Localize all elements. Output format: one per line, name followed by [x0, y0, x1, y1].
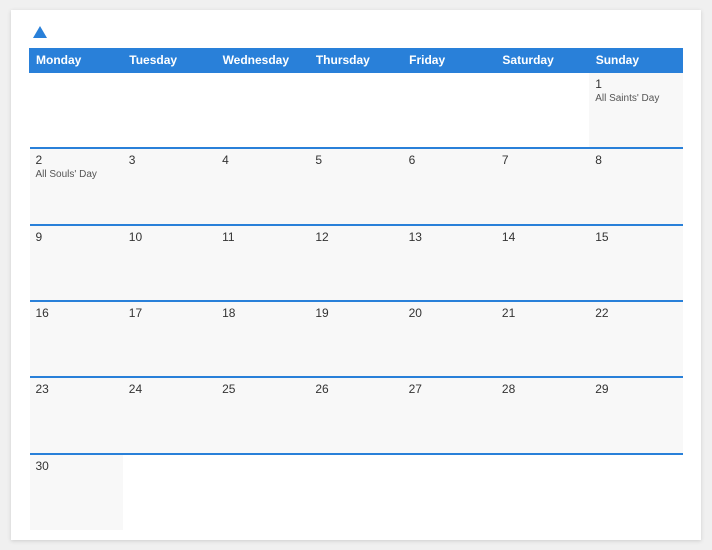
day-number: 5	[315, 153, 396, 167]
day-number: 25	[222, 382, 303, 396]
day-number: 21	[502, 306, 583, 320]
calendar-header	[29, 26, 683, 38]
day-number: 4	[222, 153, 303, 167]
calendar-cell: 11	[216, 225, 309, 301]
calendar-week-row: 23 24 25 26 27 28 29	[30, 377, 683, 453]
calendar-cell: 16	[30, 301, 123, 377]
calendar-cell: 26	[309, 377, 402, 453]
calendar-cell	[309, 454, 402, 530]
calendar-cell	[589, 454, 682, 530]
day-number: 19	[315, 306, 396, 320]
day-number: 12	[315, 230, 396, 244]
weekday-header-thursday: Thursday	[309, 49, 402, 73]
calendar-cell	[496, 454, 589, 530]
day-number: 3	[129, 153, 210, 167]
calendar-container: MondayTuesdayWednesdayThursdayFridaySatu…	[11, 10, 701, 540]
day-number: 22	[595, 306, 676, 320]
calendar-cell	[216, 72, 309, 148]
day-number: 7	[502, 153, 583, 167]
calendar-cell	[403, 72, 496, 148]
calendar-cell: 24	[123, 377, 216, 453]
weekday-header-sunday: Sunday	[589, 49, 682, 73]
calendar-week-row: 30	[30, 454, 683, 530]
calendar-cell: 3	[123, 148, 216, 224]
calendar-cell: 18	[216, 301, 309, 377]
day-number: 9	[36, 230, 117, 244]
calendar-cell: 9	[30, 225, 123, 301]
holiday-label: All Saints' Day	[595, 93, 676, 104]
calendar-week-row: 2 All Souls' Day 345678	[30, 148, 683, 224]
day-number: 8	[595, 153, 676, 167]
day-number: 13	[409, 230, 490, 244]
weekday-header-saturday: Saturday	[496, 49, 589, 73]
calendar-cell: 19	[309, 301, 402, 377]
weekday-header-monday: Monday	[30, 49, 123, 73]
day-number: 30	[36, 459, 117, 473]
day-number: 2	[36, 153, 117, 167]
calendar-week-row: 16 17 18 19 20 21 22	[30, 301, 683, 377]
calendar-cell: 5	[309, 148, 402, 224]
calendar-cell	[216, 454, 309, 530]
calendar-cell: 1 All Saints' Day	[589, 72, 682, 148]
calendar-cell	[30, 72, 123, 148]
day-number: 11	[222, 230, 303, 244]
logo-triangle-icon	[33, 26, 47, 38]
calendar-cell: 21	[496, 301, 589, 377]
calendar-table: MondayTuesdayWednesdayThursdayFridaySatu…	[29, 48, 683, 530]
calendar-week-row: 9 10 11 12 13 14 15	[30, 225, 683, 301]
calendar-cell: 23	[30, 377, 123, 453]
weekday-header-tuesday: Tuesday	[123, 49, 216, 73]
calendar-cell: 22	[589, 301, 682, 377]
holiday-label: All Souls' Day	[36, 169, 117, 180]
day-number: 17	[129, 306, 210, 320]
calendar-cell: 10	[123, 225, 216, 301]
calendar-cell: 12	[309, 225, 402, 301]
logo	[29, 26, 47, 38]
calendar-cell: 28	[496, 377, 589, 453]
calendar-cell: 15	[589, 225, 682, 301]
calendar-cell: 29	[589, 377, 682, 453]
day-number: 6	[409, 153, 490, 167]
calendar-cell: 8	[589, 148, 682, 224]
calendar-week-row: 1 All Saints' Day	[30, 72, 683, 148]
calendar-cell	[496, 72, 589, 148]
day-number: 29	[595, 382, 676, 396]
calendar-cell: 6	[403, 148, 496, 224]
calendar-header-row: MondayTuesdayWednesdayThursdayFridaySatu…	[30, 49, 683, 73]
weekday-header-friday: Friday	[403, 49, 496, 73]
day-number: 24	[129, 382, 210, 396]
day-number: 28	[502, 382, 583, 396]
calendar-cell	[309, 72, 402, 148]
calendar-cell: 4	[216, 148, 309, 224]
day-number: 27	[409, 382, 490, 396]
calendar-cell	[123, 72, 216, 148]
day-number: 20	[409, 306, 490, 320]
day-number: 10	[129, 230, 210, 244]
calendar-cell: 25	[216, 377, 309, 453]
day-number: 23	[36, 382, 117, 396]
day-number: 1	[595, 77, 676, 91]
weekday-header-wednesday: Wednesday	[216, 49, 309, 73]
calendar-cell	[403, 454, 496, 530]
calendar-body: 1 All Saints' Day 2 All Souls' Day 345678 9 10…	[30, 72, 683, 530]
day-number: 18	[222, 306, 303, 320]
calendar-cell: 13	[403, 225, 496, 301]
calendar-cell: 20	[403, 301, 496, 377]
calendar-cell: 14	[496, 225, 589, 301]
calendar-cell: 17	[123, 301, 216, 377]
calendar-cell: 2 All Souls' Day	[30, 148, 123, 224]
day-number: 26	[315, 382, 396, 396]
day-number: 14	[502, 230, 583, 244]
calendar-cell: 27	[403, 377, 496, 453]
calendar-cell: 30	[30, 454, 123, 530]
day-number: 16	[36, 306, 117, 320]
calendar-cell: 7	[496, 148, 589, 224]
calendar-cell	[123, 454, 216, 530]
day-number: 15	[595, 230, 676, 244]
weekday-header-row: MondayTuesdayWednesdayThursdayFridaySatu…	[30, 49, 683, 73]
